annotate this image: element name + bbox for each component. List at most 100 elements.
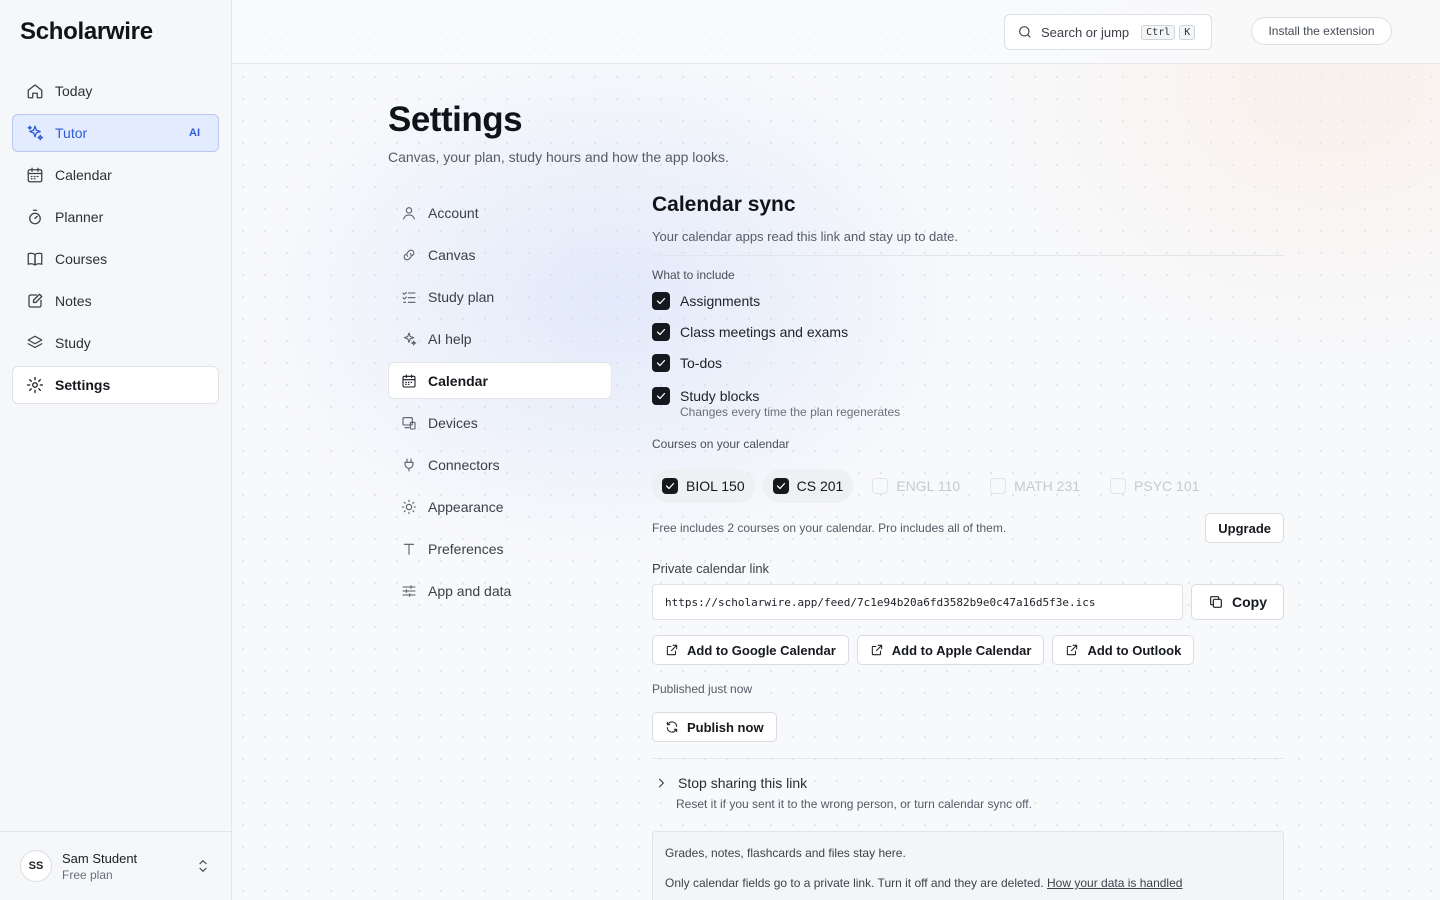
settings-tab-label: Study plan bbox=[428, 288, 495, 305]
stop-sharing-toggle[interactable]: Stop sharing this link bbox=[652, 775, 1284, 791]
user-info: Sam Student Free plan bbox=[62, 851, 137, 882]
publish-now-button[interactable]: Publish now bbox=[652, 712, 777, 742]
include-assignments-checkbox[interactable]: Assignments bbox=[652, 285, 1284, 316]
calendar-app-buttons: Add to Google Calendar Add to Apple Cale… bbox=[652, 635, 1284, 665]
sidebar-item-notes[interactable]: Notes bbox=[12, 282, 219, 320]
settings-tab-label: AI help bbox=[428, 330, 472, 347]
chevron-right-icon bbox=[658, 778, 665, 788]
sidebar-item-today[interactable]: Today bbox=[12, 72, 219, 110]
user-icon bbox=[401, 205, 417, 221]
book-icon bbox=[25, 249, 45, 269]
course-chip-math-231: MATH 231 bbox=[979, 469, 1091, 503]
course-chip-biol-150[interactable]: BIOL 150 bbox=[652, 469, 755, 503]
include-class-meetings-checkbox[interactable]: Class meetings and exams bbox=[652, 316, 1284, 347]
checkbox-checked-icon bbox=[652, 386, 670, 405]
gear-icon bbox=[25, 375, 45, 395]
main-content: Search or jump Ctrl K Install the extens… bbox=[232, 0, 1440, 900]
info-line-2: Only calendar fields go to a private lin… bbox=[665, 876, 1271, 890]
settings-tab-connectors[interactable]: Connectors bbox=[388, 446, 612, 483]
settings-tab-label: Account bbox=[428, 204, 479, 221]
course-chip-engl-110: ENGL 110 bbox=[861, 469, 971, 503]
settings-tab-devices[interactable]: Devices bbox=[388, 404, 612, 441]
course-chip-cs-201[interactable]: CS 201 bbox=[762, 469, 854, 503]
sidebar-item-courses[interactable]: Courses bbox=[12, 240, 219, 278]
brand-logo[interactable]: Scholarwire bbox=[20, 18, 153, 46]
checkbox-label: Class meetings and exams bbox=[680, 323, 849, 340]
type-icon bbox=[401, 541, 417, 557]
sidebar-item-calendar[interactable]: Calendar bbox=[12, 156, 219, 194]
external-link-icon bbox=[1067, 644, 1078, 656]
stop-sharing-description: Reset it if you sent it to the wrong per… bbox=[676, 797, 1032, 811]
sidebar-item-tutor[interactable]: Tutor AI bbox=[12, 114, 219, 152]
include-todos-checkbox[interactable]: To-dos bbox=[652, 347, 1284, 378]
add-outlook-button[interactable]: Add to Outlook bbox=[1052, 635, 1195, 665]
add-google-calendar-button[interactable]: Add to Google Calendar bbox=[652, 635, 849, 665]
course-chip-label: MATH 231 bbox=[1014, 478, 1081, 494]
settings-tab-ai-help[interactable]: AI help bbox=[388, 320, 612, 357]
course-chip-label: ENGL 110 bbox=[896, 478, 961, 494]
calendar-icon bbox=[25, 165, 45, 185]
sidebar-item-label: Notes bbox=[55, 293, 92, 309]
sidebar-item-label: Planner bbox=[55, 209, 104, 225]
study-blocks-hint: Changes every time the plan regenerates bbox=[680, 405, 901, 419]
plan-note: Free includes 2 courses on your calendar… bbox=[652, 521, 1007, 535]
sidebar-item-label: Calendar bbox=[55, 167, 112, 183]
settings-tab-calendar[interactable]: Calendar bbox=[388, 362, 612, 399]
checkbox-label: Assignments bbox=[680, 292, 761, 309]
data-handling-link[interactable]: How your data is handled bbox=[1047, 876, 1182, 890]
stop-sharing-label: Stop sharing this link bbox=[678, 775, 808, 791]
include-list: Assignments Class meetings and exams To-… bbox=[652, 285, 1284, 419]
checkbox-label: To-dos bbox=[680, 354, 723, 371]
install-extension-button[interactable]: Install the extension bbox=[1251, 17, 1392, 45]
sidebar-item-label: Settings bbox=[55, 377, 111, 393]
checkbox-label: Study blocks bbox=[680, 387, 760, 404]
calendar-sync-panel: Calendar sync Your calendar apps read th… bbox=[652, 190, 1284, 900]
sidebar-item-label: Study bbox=[55, 335, 91, 351]
refresh-icon bbox=[666, 721, 678, 733]
copy-label: Copy bbox=[1232, 594, 1267, 610]
shortcut-ctrl: Ctrl bbox=[1141, 24, 1176, 40]
external-link-icon bbox=[871, 644, 882, 656]
private-link-field[interactable]: https://scholarwire.app/feed/7c1e94b20a6… bbox=[652, 584, 1183, 620]
sidebar-item-label: Today bbox=[55, 83, 93, 99]
plan-note-row: Free includes 2 courses on your calendar… bbox=[652, 513, 1284, 543]
search-icon bbox=[1019, 26, 1031, 38]
settings-tab-label: Appearance bbox=[428, 498, 504, 515]
avatar: SS bbox=[20, 850, 52, 882]
checkbox-unchecked-icon bbox=[872, 478, 889, 494]
settings-tab-canvas[interactable]: Canvas bbox=[388, 236, 612, 273]
section-subtitle: Your calendar apps read this link and st… bbox=[652, 229, 1284, 256]
settings-tab-label: Preferences bbox=[428, 540, 504, 557]
user-menu[interactable]: SS Sam Student Free plan bbox=[0, 831, 231, 900]
page-subtitle: Canvas, your plan, study hours and how t… bbox=[388, 149, 729, 165]
copy-link-button[interactable]: Copy bbox=[1191, 584, 1284, 620]
topbar: Search or jump Ctrl K Install the extens… bbox=[232, 0, 1440, 64]
button-label: Add to Google Calendar bbox=[687, 642, 836, 658]
settings-tab-app-and-data[interactable]: App and data bbox=[388, 572, 612, 609]
sidebar-item-study[interactable]: Study bbox=[12, 324, 219, 362]
sparkles-icon bbox=[25, 123, 45, 143]
section-title: Calendar sync bbox=[652, 193, 796, 216]
search-label: Search or jump bbox=[1041, 24, 1130, 40]
settings-tab-account[interactable]: Account bbox=[388, 194, 612, 231]
checkbox-checked-icon bbox=[662, 478, 678, 494]
settings-tab-study-plan[interactable]: Study plan bbox=[388, 278, 612, 315]
search-button[interactable]: Search or jump Ctrl K bbox=[1004, 14, 1212, 50]
sidebar-item-settings[interactable]: Settings bbox=[12, 366, 219, 404]
page-title: Settings bbox=[388, 100, 523, 139]
checkbox-checked-icon bbox=[652, 291, 670, 310]
chevron-up-down-icon[interactable] bbox=[195, 858, 211, 874]
course-chips: BIOL 150 CS 201 ENGL 110 MATH 231 PSYC 1… bbox=[652, 469, 1284, 503]
settings-tab-appearance[interactable]: Appearance bbox=[388, 488, 612, 525]
settings-tab-preferences[interactable]: Preferences bbox=[388, 530, 612, 567]
sidebar-item-label: Courses bbox=[55, 251, 108, 267]
settings-tab-label: Calendar bbox=[428, 372, 488, 389]
info-line-2-text: Only calendar fields go to a private lin… bbox=[665, 876, 1044, 890]
add-apple-calendar-button[interactable]: Add to Apple Calendar bbox=[856, 635, 1045, 665]
settings-tab-label: Connectors bbox=[428, 456, 500, 473]
upgrade-button[interactable]: Upgrade bbox=[1205, 513, 1284, 543]
sidebar-item-planner[interactable]: Planner bbox=[12, 198, 219, 236]
sliders-icon bbox=[401, 583, 417, 599]
timer-icon bbox=[25, 207, 45, 227]
home-icon bbox=[25, 81, 45, 101]
